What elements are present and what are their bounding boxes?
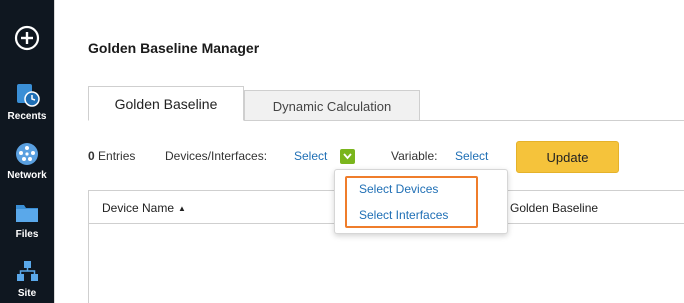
- folder-icon: [16, 205, 38, 222]
- site-icon: [17, 261, 38, 281]
- nav-item-files[interactable]: Files: [0, 200, 54, 240]
- entries-count-value: 0: [88, 149, 95, 163]
- devices-select-menu: Select Devices Select Interfaces: [334, 169, 508, 234]
- add-button[interactable]: [0, 25, 54, 51]
- menu-item-select-interfaces[interactable]: Select Interfaces: [359, 208, 448, 222]
- menu-item-select-devices[interactable]: Select Devices: [359, 182, 438, 196]
- recents-icon: [17, 84, 40, 107]
- page-title: Golden Baseline Manager: [88, 40, 260, 56]
- variable-label: Variable:: [391, 149, 438, 163]
- column-header-golden-baseline[interactable]: Golden Baseline: [510, 201, 598, 215]
- nav-item-recents[interactable]: Recents: [0, 82, 54, 122]
- tab-dynamic-calculation[interactable]: Dynamic Calculation: [244, 90, 420, 121]
- rail-divider: [54, 0, 55, 303]
- update-button[interactable]: Update: [516, 141, 619, 173]
- chevron-down-icon: [343, 153, 352, 160]
- devices-select-link[interactable]: Select: [294, 149, 327, 163]
- network-icon: [16, 143, 38, 165]
- nav-label-network: Network: [7, 170, 47, 181]
- entries-count-label: Entries: [98, 149, 136, 163]
- devices-dropdown-toggle[interactable]: [340, 149, 355, 164]
- tab-golden-baseline[interactable]: Golden Baseline: [88, 86, 244, 121]
- nav-label-files: Files: [15, 229, 39, 240]
- add-circle-icon: [14, 25, 40, 51]
- nav-label-recents: Recents: [7, 111, 47, 122]
- left-nav-rail: Recents Network Files Site: [0, 0, 54, 303]
- column-header-device-name[interactable]: Device Name ▲: [102, 201, 186, 215]
- entries-count: 0 Entries: [88, 149, 135, 163]
- column-header-device-name-label: Device Name: [102, 201, 175, 215]
- nav-item-network[interactable]: Network: [0, 141, 54, 181]
- sort-ascending-icon: ▲: [178, 204, 186, 213]
- nav-label-site: Site: [17, 288, 37, 299]
- nav-item-site[interactable]: Site: [0, 259, 54, 299]
- variable-select-link[interactable]: Select: [455, 149, 488, 163]
- devices-interfaces-label: Devices/Interfaces:: [165, 149, 268, 163]
